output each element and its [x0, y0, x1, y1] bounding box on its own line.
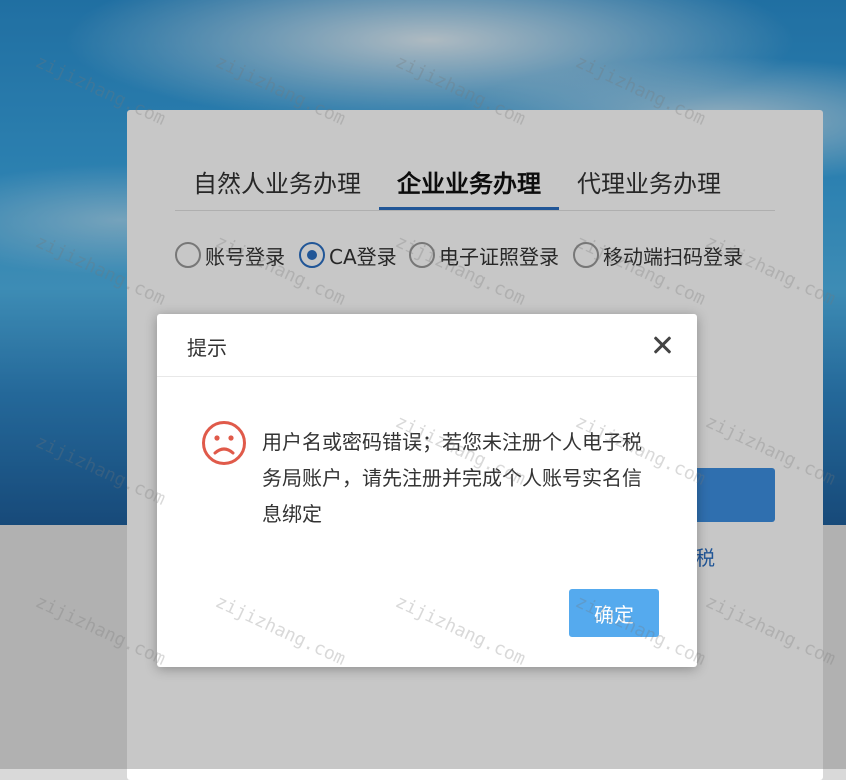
dialog-message: 用户名或密码错误；若您未注册个人电子税务局账户，请先注册并完成个人账号实名信息绑…: [262, 430, 642, 526]
close-icon[interactable]: [649, 332, 675, 358]
sad-face-icon: [202, 421, 246, 465]
confirm-button[interactable]: 确定: [569, 589, 659, 637]
dialog-title: 提示: [187, 336, 227, 360]
dialog-header: 提示: [157, 314, 697, 377]
alert-dialog: 提示 用户名或密码错误；若您未注册个人电子税务局账户，请先注册并完成个人账号实名…: [157, 314, 697, 667]
